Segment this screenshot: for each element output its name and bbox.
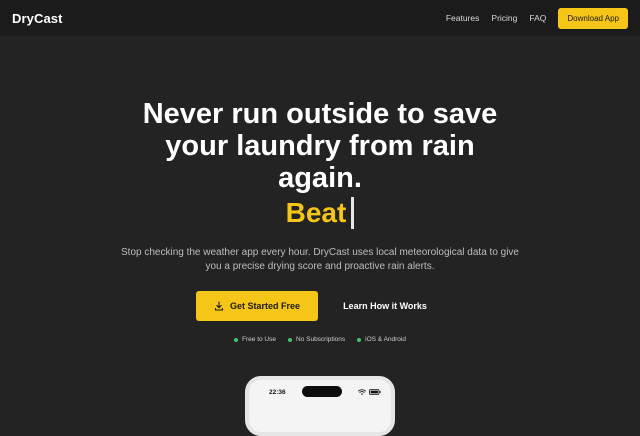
nav-link-pricing[interactable]: Pricing (491, 13, 517, 23)
learn-how-button[interactable]: Learn How it Works (328, 291, 442, 321)
feature-label: No Subscriptions (296, 336, 346, 343)
get-started-label: Get Started Free (229, 301, 301, 311)
nav-link-faq[interactable]: FAQ (529, 13, 546, 23)
get-started-button[interactable]: Get Started Free (196, 291, 318, 321)
hero-subtitle: Stop checking the weather app every hour… (121, 247, 519, 272)
feature-item: Free to Use (234, 336, 276, 343)
feature-label: iOS & Android (365, 336, 406, 343)
hero-title: Never run outside to save your laundry f… (0, 98, 640, 194)
wifi-icon (358, 389, 366, 395)
check-dot-icon (357, 337, 362, 342)
learn-how-label: Learn How it Works (343, 301, 427, 311)
typewriter: Beat (0, 197, 640, 229)
feature-list: Free to Use No Subscriptions iOS & Andro… (0, 336, 640, 343)
text-cursor (351, 197, 355, 229)
phone-notch (302, 386, 342, 397)
download-icon (214, 301, 224, 311)
check-dot-icon (234, 337, 239, 342)
navbar: DryCast Features Pricing FAQ Download Ap… (0, 0, 640, 36)
check-dot-icon (288, 337, 292, 342)
feature-label: Free to Use (242, 336, 276, 343)
nav-links: Features Pricing FAQ Download App (434, 7, 628, 29)
feature-item: iOS & Android (357, 336, 406, 343)
logo[interactable]: DryCast (12, 11, 63, 26)
download-app-button[interactable]: Download App (558, 7, 628, 29)
battery-icon (369, 389, 381, 395)
phone-time: 22:36 (269, 389, 286, 396)
typed-word: Beat (285, 197, 347, 228)
phone-mockup: 22:36 (245, 376, 395, 436)
nav-link-features[interactable]: Features (446, 13, 480, 23)
phone-status-bar (355, 389, 381, 395)
hero-title-text: Never run outside to save your laundry f… (142, 98, 498, 194)
feature-item: No Subscriptions (288, 336, 345, 343)
